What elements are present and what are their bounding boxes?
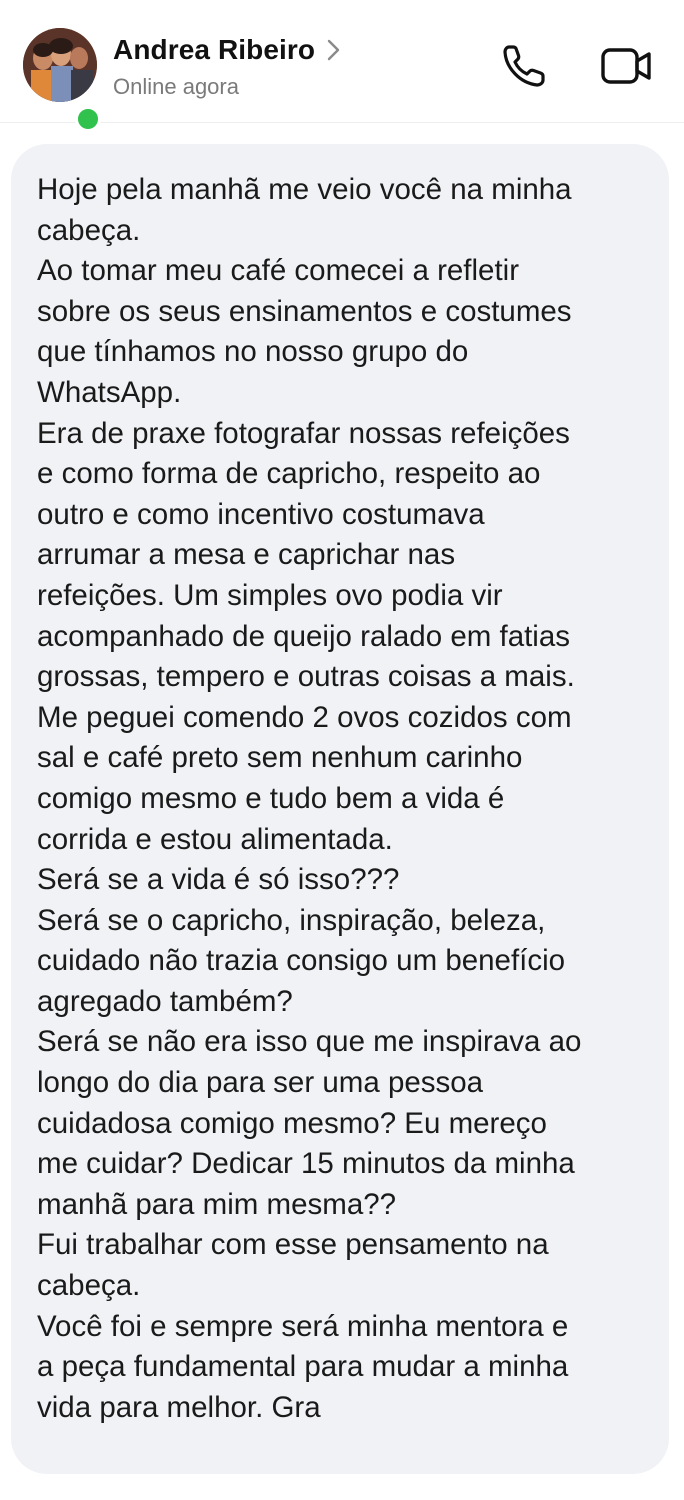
message-line: longo do dia para ser uma pessoa	[37, 1066, 484, 1100]
message-line: cuidado não trazia consigo um benefício	[37, 944, 566, 978]
message-line: Será se a vida é só isso???	[37, 863, 400, 897]
avatar-photo	[23, 28, 97, 102]
message-line: Hoje pela manhã me veio você na minha	[37, 173, 572, 206]
message-line: refeições. Um simples ovo podia vir	[37, 578, 503, 612]
message-line: cabeça.	[37, 1269, 141, 1303]
message-line: Ao tomar meu café comecei a refletir	[37, 254, 520, 288]
message-line: a peça fundamental para mudar a minha	[37, 1350, 569, 1384]
message-line: Era de praxe fotografar nossas refeições	[37, 416, 570, 450]
message-line: Fui trabalhar com esse pensamento na	[37, 1228, 549, 1262]
phone-icon[interactable]	[500, 42, 550, 90]
message-bubble[interactable]: Hoje pela manhã me veio você na minha ca…	[11, 144, 669, 1474]
message-line: Me peguei comendo 2 ovos cozidos com	[37, 700, 572, 734]
message-line: me cuidar? Dedicar 15 minutos da minha	[37, 1147, 575, 1181]
message-line: acompanhado de queijo ralado em fatias	[37, 619, 571, 653]
message-line: sobre os seus ensinamentos e costumes	[37, 294, 572, 328]
message-line: comigo mesmo e tudo bem a vida é	[37, 781, 505, 815]
message-line: Será se não era isso que me inspirava ao	[37, 1025, 582, 1059]
message-line: WhatsApp.	[37, 375, 182, 409]
message-line: Será se o capricho, inspiração, beleza,	[37, 903, 546, 937]
message-line: manhã para mim mesma??	[37, 1187, 397, 1221]
contact-status: Online agora	[113, 74, 239, 99]
message-line: agregado também?	[37, 984, 293, 1018]
message-line: corrida e estou alimentada.	[37, 822, 393, 856]
message-line: cabeça.	[37, 213, 141, 247]
message-line: grossas, tempero e outras coisas a mais.	[37, 660, 575, 694]
chat-header: Andrea Ribeiro Online agora	[0, 0, 684, 132]
message-line: sal e café preto sem nenhum carinho	[37, 741, 523, 775]
message-line: vida para melhor. Gra	[37, 1390, 321, 1424]
contact-avatar[interactable]	[23, 28, 101, 132]
chevron-right-icon[interactable]	[325, 37, 343, 63]
contact-name[interactable]: Andrea Ribeiro	[113, 34, 315, 66]
online-status-dot	[75, 106, 101, 132]
video-camera-icon[interactable]	[599, 42, 655, 90]
message-line: Você foi e sempre será minha mentora e	[37, 1309, 569, 1343]
message-line: outro e como incentivo costumava	[37, 497, 485, 531]
avatar-image-icon	[23, 28, 97, 102]
message-line: e como forma de capricho, respeito ao	[37, 457, 541, 491]
message-line: arrumar a mesa e caprichar nas	[37, 538, 456, 572]
contact-name-row[interactable]: Andrea Ribeiro	[113, 32, 343, 68]
message-text: Hoje pela manhã me veio você na minha ca…	[37, 170, 647, 1428]
message-line: cuidadosa comigo mesmo? Eu mereço	[37, 1106, 547, 1140]
message-line: que tínhamos no nosso grupo do	[37, 335, 469, 369]
